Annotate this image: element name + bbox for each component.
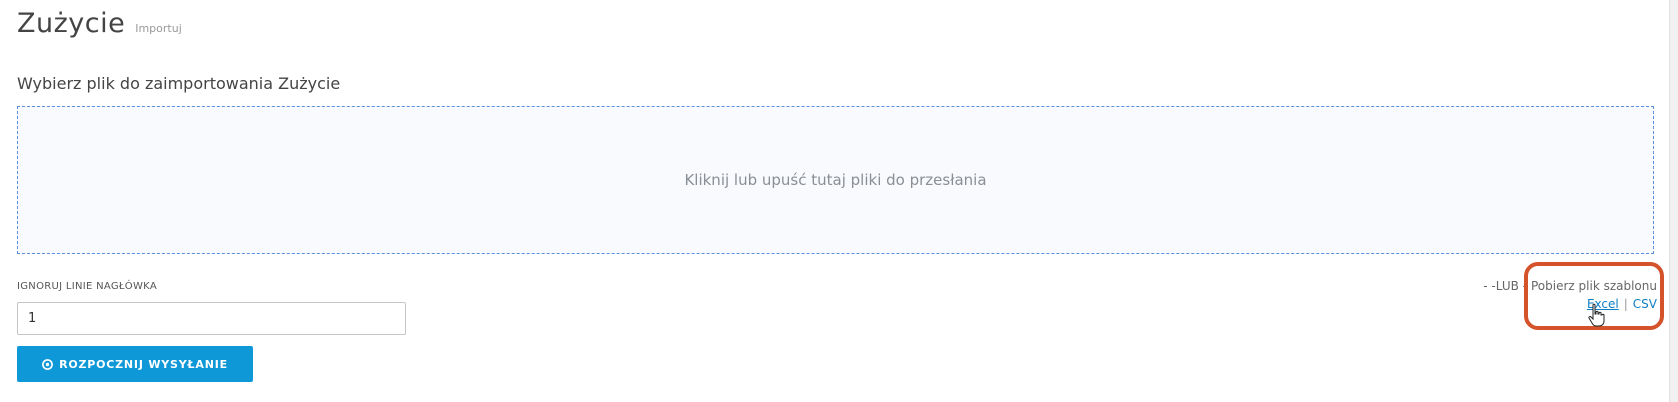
page-header: Zużycie Importuj: [17, 8, 182, 39]
page-subtitle: Importuj: [135, 22, 182, 35]
template-links: Excel | CSV: [1483, 297, 1657, 311]
start-upload-label: ROZPOCZNIJ WYSYŁANIE: [59, 357, 228, 371]
template-text: Pobierz plik szablonu: [1531, 279, 1657, 293]
or-text: - -LUB -: [1483, 279, 1527, 293]
import-heading: Wybierz plik do zaimportowania Zużycie: [17, 74, 341, 93]
ignore-header-input[interactable]: [17, 302, 406, 335]
hand-pointer-icon: [1588, 303, 1605, 327]
dropzone-text: Kliknij lub upuść tutaj pliki do przesła…: [684, 171, 987, 189]
file-dropzone[interactable]: Kliknij lub upuść tutaj pliki do przesła…: [17, 106, 1654, 254]
circle-arrow-icon: [42, 358, 53, 370]
template-download: - -LUB - Pobierz plik szablonu Excel | C…: [1483, 279, 1657, 311]
link-separator: |: [1623, 297, 1628, 311]
start-upload-button[interactable]: ROZPOCZNIJ WYSYŁANIE: [17, 346, 253, 382]
template-line: - -LUB - Pobierz plik szablonu: [1483, 279, 1657, 293]
ignore-header-label: IGNORUJ LINIE NAGŁÓWKA: [17, 281, 157, 292]
import-page: Zużycie Importuj Wybierz plik do zaimpor…: [0, 0, 1678, 402]
page-title: Zużycie: [17, 8, 126, 39]
csv-template-link[interactable]: CSV: [1633, 297, 1657, 311]
vertical-scrollbar[interactable]: [1669, 0, 1678, 402]
